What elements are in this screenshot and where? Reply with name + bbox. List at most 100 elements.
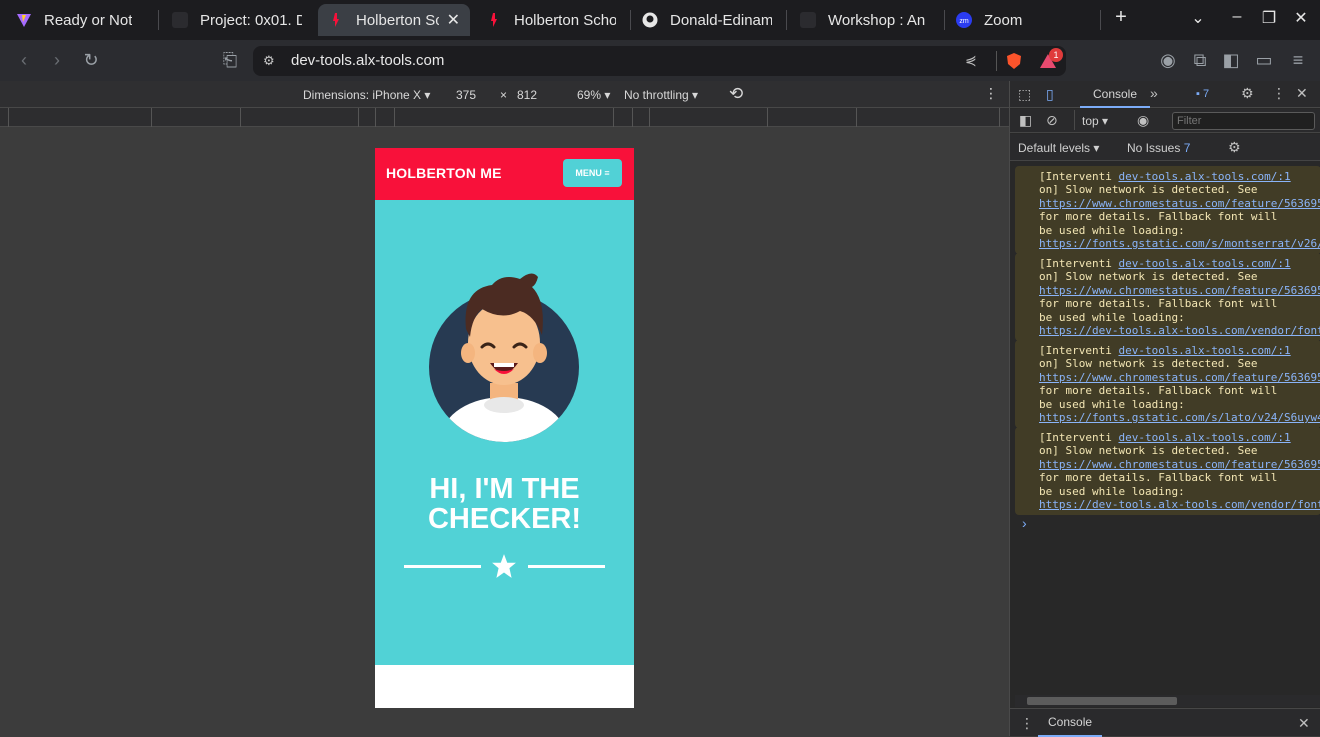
settings-gear-icon[interactable]: ⚙ [1241,85,1254,102]
more-tabs-icon[interactable]: » [1150,85,1158,101]
throttling-dropdown[interactable]: No throttling ▾ [624,88,698,102]
msg-link[interactable]: https://www.chromestatus.com/feature/563… [1039,458,1320,471]
bookmark-icon[interactable]: ⎗ [220,50,240,70]
tab-zoom[interactable]: zm Zoom [946,4,1096,36]
ruler-tick [358,108,359,127]
menu-button[interactable]: MENU ≡ [563,159,622,187]
msg-source-link[interactable]: dev-tools.alx-tools.com/:1 [1118,344,1290,357]
tab-search-chevron-icon[interactable]: ⌄ [1186,8,1210,28]
tab-console[interactable]: Console [1080,81,1150,108]
width-field[interactable]: 375 [456,88,476,102]
tab-holberton-2[interactable]: Holberton Schoo [476,4,626,36]
star-icon [492,554,516,578]
profile-avatar-icon[interactable]: ◉ [1158,50,1178,70]
console-warning-message: [Interventi dev-tools.alx-tools.com/:1 o… [1015,166,1320,255]
console-horizontal-scrollbar[interactable] [1015,695,1320,707]
msg-line: for more details. Fallback font will [1039,297,1278,311]
extensions-icon[interactable]: ⧉ [1190,50,1210,70]
rotate-icon[interactable]: ⟲ [729,84,743,104]
devtools-tab-bar: ⬚ ▯ Console » ▪ 7 ⚙ ⋮ ✕ [1010,81,1320,108]
sidebar-toggle-icon[interactable]: ◧ [1019,112,1032,129]
drawer-menu-icon[interactable]: ⋮ [1020,715,1034,732]
msg-link[interactable]: https://fonts.gstatic.com/s/montserrat/v… [1039,237,1320,250]
minimize-button[interactable]: – [1225,8,1249,26]
msg-prefix: [Interventi [1039,431,1119,444]
more-options-icon[interactable]: ⋮ [984,85,998,102]
throttling-label: No throttling [624,88,689,102]
divider-line-right [528,565,605,568]
console-filter-input[interactable] [1172,112,1315,130]
share-icon[interactable]: ⋞ [965,52,977,69]
console-prompt-chevron-icon[interactable]: › [1022,515,1027,531]
msg-link[interactable]: https://www.chromestatus.com/feature/563… [1039,197,1320,210]
clear-console-icon[interactable]: ⊘ [1046,112,1058,129]
menu-hamburger-icon[interactable]: ≡ [1288,50,1308,70]
device-toolbar: Dimensions: iPhone X ▾ 375 × 812 69% ▾ N… [0,81,1009,108]
tab-holberton-active[interactable]: Holberton Sc ✕ [318,4,470,36]
restore-button[interactable]: ❐ [1257,8,1281,28]
msg-source-link[interactable]: dev-tools.alx-tools.com/:1 [1118,257,1290,270]
close-devtools-icon[interactable]: ✕ [1296,85,1308,102]
msg-link[interactable]: https://www.chromestatus.com/feature/563… [1039,371,1320,384]
close-icon[interactable]: ✕ [447,10,460,30]
device-toolbar-toggle-icon[interactable]: ▯ [1046,86,1054,103]
ruler-tick [613,108,614,127]
console-warning-message: [Interventi dev-tools.alx-tools.com/:1 o… [1015,340,1320,429]
new-tab-button[interactable]: + [1109,6,1133,29]
avatar-illustration [429,273,579,442]
tab-title: Donald-Edinam/a [670,11,772,29]
browser-toolbar: ‹ › ↻ ⎗ ⚙ dev-tools.alx-tools.com ⋞ 1 ◉ … [0,40,1320,81]
svg-text:zm: zm [959,18,969,25]
address-bar[interactable]: ⚙ dev-tools.alx-tools.com ⋞ 1 [253,46,1066,76]
console-filter-bar: ◧ ⊘ top ▾ ◉ [1010,109,1320,133]
dimensions-dropdown[interactable]: Dimensions: iPhone X ▾ [303,88,430,102]
brave-shield-icon[interactable] [1005,52,1023,70]
msg-link[interactable]: https://dev-tools.alx-tools.com/vendor/f… [1039,324,1320,337]
star-divider [404,553,605,579]
tab-icon [172,12,188,28]
scrollbar-thumb[interactable] [1027,697,1177,705]
holberton-logo-icon [491,13,497,27]
tab-separator [944,10,945,30]
reload-icon[interactable]: ↻ [81,50,101,70]
close-drawer-icon[interactable]: ✕ [1298,715,1310,732]
height-field[interactable]: 812 [517,88,537,102]
msg-source-link[interactable]: dev-tools.alx-tools.com/:1 [1118,431,1290,444]
close-window-button[interactable]: ✕ [1289,8,1313,28]
drawer-tab-console[interactable]: Console [1038,709,1103,737]
tab-workshop[interactable]: Workshop : An in [790,4,940,36]
default-levels-dropdown[interactable]: Default levels ▾ [1018,141,1099,155]
toolbar-divider [1074,110,1075,130]
tab-project[interactable]: Project: 0x01. De [162,4,312,36]
no-issues-label[interactable]: No Issues 7 [1127,141,1190,155]
msg-line: be used while loading: [1039,223,1185,237]
console-warning-message: [Interventi dev-tools.alx-tools.com/:1 o… [1015,427,1320,516]
inspect-element-icon[interactable]: ⬚ [1018,86,1031,103]
hero-title: HI, I'M THE CHECKER! [375,474,634,534]
live-expression-eye-icon[interactable]: ◉ [1137,112,1149,129]
site-settings-icon[interactable]: ⚙ [263,53,279,69]
zoom-dropdown[interactable]: 69% ▾ [577,88,610,102]
ruler-tick [8,108,9,127]
devtools-panel: ⬚ ▯ Console » ▪ 7 ⚙ ⋮ ✕ ◧ ⊘ top ▾ ◉ Defa… [1009,81,1320,737]
tab-ready-or-not[interactable]: Ready or Not [6,4,156,36]
zoom-label: 69% [577,88,602,102]
more-options-icon[interactable]: ⋮ [1272,85,1286,102]
back-arrow-icon[interactable]: ‹ [14,50,34,70]
device-viewport-area: HOLBERTON ME MENU ≡ HI, I'M THE CHECKER! [0,128,1009,736]
console-settings-icon[interactable]: ⚙ [1228,139,1241,156]
msg-source-link[interactable]: dev-tools.alx-tools.com/:1 [1118,170,1290,183]
msg-link[interactable]: https://dev-tools.alx-tools.com/vendor/f… [1039,498,1320,511]
issues-counter[interactable]: ▪ 7 [1196,88,1209,100]
site-logo[interactable]: HOLBERTON ME [386,165,502,181]
msg-link[interactable]: https://fonts.gstatic.com/s/lato/v24/S6u… [1039,411,1320,424]
tab-title: Ready or Not [44,11,133,29]
sidebar-icon[interactable]: ◧ [1221,50,1241,70]
context-selector[interactable]: top ▾ [1082,114,1108,128]
console-warning-message: [Interventi dev-tools.alx-tools.com/:1 o… [1015,253,1320,342]
msg-prefix: [Interventi [1039,170,1119,183]
wallet-icon[interactable]: ▭ [1254,50,1274,70]
msg-link[interactable]: https://www.chromestatus.com/feature/563… [1039,284,1320,297]
tab-github[interactable]: Donald-Edinam/a [632,4,782,36]
forward-arrow-icon[interactable]: › [47,50,67,70]
